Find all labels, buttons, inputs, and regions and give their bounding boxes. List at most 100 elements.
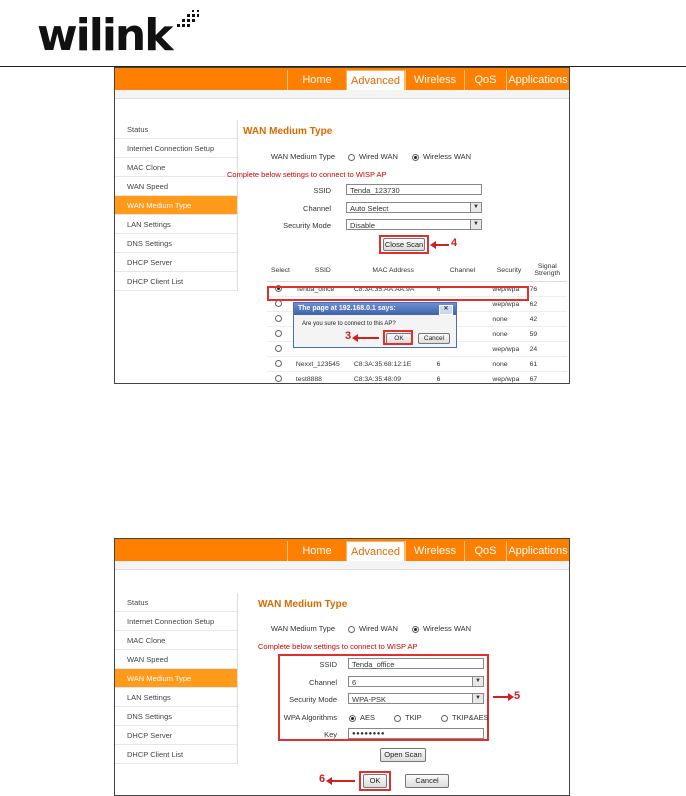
col-security: Security (490, 259, 528, 282)
highlight-box (379, 235, 429, 254)
tab-wireless[interactable]: Wireless (405, 541, 464, 561)
channel-select[interactable]: 6 ▼ (348, 676, 484, 687)
select-radio[interactable] (274, 345, 282, 353)
sidebar-item-dns-settings[interactable]: DNS Settings (115, 707, 237, 726)
dialog-title-text: The page at 192.168.0.1 says: (298, 305, 396, 312)
wpa-tkip-option[interactable]: TKIP (394, 713, 422, 722)
cell-security: wep/wpa (490, 371, 528, 383)
ok-highlight (383, 330, 413, 345)
table-row[interactable]: Nexxt_123545 C8:3A:35:68:12:1E 6 none 61 (267, 356, 567, 372)
select-radio[interactable] (274, 360, 282, 368)
channel-value: 6 (352, 678, 357, 687)
select-radio[interactable] (274, 330, 282, 338)
ssid-label: SSID (319, 660, 337, 669)
cell-ssid: test8888 (293, 371, 352, 383)
cancel-button[interactable]: Cancel (405, 774, 449, 788)
wan-medium-label: WAN Medium Type (270, 152, 335, 161)
callout-4: 4 (451, 237, 458, 249)
tab-home[interactable]: Home (287, 70, 346, 90)
wisp-note: Complete below settings to connect to WI… (227, 170, 387, 179)
wpa-tkip-aes-option[interactable]: TKIP&AES (441, 713, 489, 722)
tab-applications[interactable]: Applications (506, 541, 569, 561)
sidebar-item-internet-connection-setup[interactable]: Internet Connection Setup (115, 139, 237, 158)
sidebar-item-dhcp-client-list[interactable]: DHCP Client List (115, 745, 237, 764)
col-ssid: SSID (293, 259, 352, 282)
select-radio[interactable] (274, 375, 282, 383)
select-radio[interactable] (274, 300, 282, 308)
close-icon[interactable]: ✕ (439, 305, 453, 315)
tkip-radio[interactable] (394, 714, 401, 722)
sidebar-item-wan-medium-type[interactable]: WAN Medium Type (115, 669, 237, 688)
tab-qos[interactable]: QoS (464, 541, 506, 561)
chevron-down-icon: ▼ (472, 694, 483, 703)
wired-wan-radio[interactable] (348, 153, 355, 161)
tab-applications[interactable]: Applications (506, 70, 569, 90)
wireless-wan-label: Wireless WAN (423, 152, 472, 161)
sidebar-item-dns-settings[interactable]: DNS Settings (115, 234, 237, 253)
select-radio[interactable] (274, 315, 282, 323)
wireless-wan-option[interactable]: Wireless WAN (412, 624, 471, 633)
sidebar-item-mac-clone[interactable]: MAC Clone (115, 631, 237, 650)
wireless-wan-option[interactable]: Wireless WAN (412, 152, 471, 161)
dialog-cancel-button[interactable]: Cancel (418, 333, 450, 344)
sidebar-item-wan-medium-type[interactable]: WAN Medium Type (115, 196, 237, 215)
wired-wan-option[interactable]: Wired WAN (348, 624, 398, 633)
security-mode-select[interactable]: Disable ▼ (346, 219, 482, 230)
ssid-input[interactable]: Tenda_office (348, 658, 484, 669)
logo-dots-icon (177, 10, 199, 27)
sidebar-item-wan-speed[interactable]: WAN Speed (115, 177, 237, 196)
arrow-icon (326, 777, 355, 785)
wired-wan-option[interactable]: Wired WAN (348, 152, 398, 161)
sidebar-item-status[interactable]: Status (115, 120, 237, 139)
table-row[interactable]: test8888 C8:3A:35:48:09 6 wep/wpa 67 (267, 371, 567, 383)
security-mode-select[interactable]: WPA-PSK ▼ (348, 693, 484, 704)
sidebar-item-mac-clone[interactable]: MAC Clone (115, 158, 237, 177)
aes-label: AES (360, 713, 376, 722)
wisp-note: Complete below settings to connect to WI… (258, 642, 418, 651)
chevron-down-icon: ▼ (472, 677, 483, 686)
dialog-title: The page at 192.168.0.1 says: ✕ (294, 303, 456, 315)
tab-wireless[interactable]: Wireless (405, 70, 464, 90)
col-signal: Signal Strength (527, 259, 567, 282)
tab-advanced[interactable]: Advanced (346, 541, 405, 561)
wired-wan-radio[interactable] (348, 625, 355, 633)
cell-ssid: Nexxt_123545 (293, 356, 352, 372)
channel-value: Auto Select (350, 204, 389, 213)
wireless-wan-radio[interactable] (412, 625, 419, 633)
cell-mac: C8:3A:35:68:12:1E (351, 356, 435, 372)
cell-signal: 61 (527, 356, 567, 372)
top-nav-bar: Home Advanced Wireless QoS Applications (115, 68, 569, 90)
key-input[interactable]: ●●●●●●●● (348, 728, 484, 739)
tkip-aes-radio[interactable] (441, 714, 448, 722)
sidebar-item-dhcp-server[interactable]: DHCP Server (115, 253, 237, 272)
cell-signal: 76 (527, 281, 567, 297)
tab-advanced[interactable]: Advanced (346, 70, 405, 90)
ssid-input[interactable]: Tenda_123730 (346, 184, 482, 195)
cell-channel: 6 (434, 371, 491, 383)
open-scan-button[interactable]: Open Scan (380, 748, 426, 762)
selected-row-highlight (267, 286, 529, 301)
sidebar-item-lan-settings[interactable]: LAN Settings (115, 688, 237, 707)
wpa-aes-option[interactable]: AES (349, 713, 375, 722)
security-mode-label: Security Mode (289, 695, 337, 704)
wilink-logo: wilink (37, 10, 199, 62)
sidebar-item-dhcp-client-list[interactable]: DHCP Client List (115, 272, 237, 291)
cell-mac: C8:3A:35:48:09 (351, 371, 435, 383)
sidebar: Status Internet Connection Setup MAC Clo… (115, 593, 238, 764)
cell-security: none (490, 311, 528, 327)
wireless-wan-radio[interactable] (412, 153, 419, 161)
sidebar-item-dhcp-server[interactable]: DHCP Server (115, 726, 237, 745)
cell-security: none (490, 326, 528, 342)
sidebar-item-status[interactable]: Status (115, 593, 237, 612)
channel-select[interactable]: Auto Select ▼ (346, 202, 482, 213)
sidebar-item-wan-speed[interactable]: WAN Speed (115, 650, 237, 669)
ok-highlight (359, 771, 391, 791)
sidebar-item-internet-connection-setup[interactable]: Internet Connection Setup (115, 612, 237, 631)
page-title: WAN Medium Type (243, 126, 333, 137)
callout-6: 6 (319, 773, 326, 785)
aes-radio[interactable] (349, 714, 356, 722)
tab-home[interactable]: Home (287, 541, 346, 561)
tab-qos[interactable]: QoS (464, 70, 506, 90)
tkip-aes-label: TKIP&AES (452, 713, 489, 722)
sidebar-item-lan-settings[interactable]: LAN Settings (115, 215, 237, 234)
